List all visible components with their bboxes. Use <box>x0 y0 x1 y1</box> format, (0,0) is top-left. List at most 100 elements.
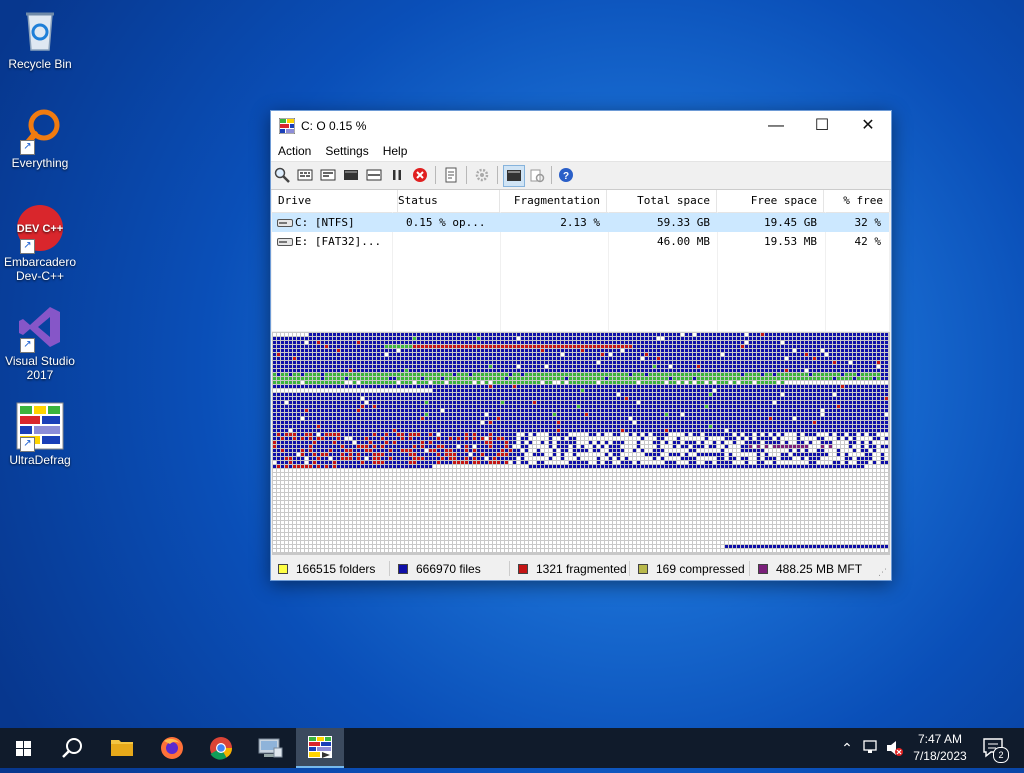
status-folders: 166515 folders <box>278 562 375 576</box>
shortcut-arrow-icon: ↗ <box>20 338 35 353</box>
desktop-icon-label: Everything <box>2 156 78 170</box>
pause-icon[interactable] <box>389 167 405 183</box>
defrag-icon[interactable] <box>297 167 313 183</box>
column-total-space[interactable]: Total space <box>608 190 717 212</box>
status-separator <box>509 561 510 576</box>
desktop-icon-label: Embarcadero Dev-C++ <box>2 255 78 283</box>
shortcut-arrow-icon: ↗ <box>20 239 35 254</box>
resize-grip[interactable]: ⋰ <box>878 567 887 578</box>
devcpp-icon-text: DEV C++ <box>17 223 63 235</box>
start-icon[interactable] <box>0 728 48 768</box>
cell-drive: E: [FAT32]... <box>295 232 381 251</box>
clock-time: 7:47 AM <box>905 732 975 746</box>
desktop-icon-visual-studio[interactable]: ↗ Visual Studio 2017 <box>2 303 78 382</box>
mft-optimize-icon[interactable] <box>366 167 382 183</box>
status-fragmented: 1321 fragmented <box>518 562 627 576</box>
network-icon[interactable] <box>862 728 880 768</box>
desktop-icon-recycle-bin[interactable]: Recycle Bin <box>2 6 78 71</box>
column-status[interactable]: Status <box>392 190 500 212</box>
stop-icon[interactable] <box>412 167 428 183</box>
computer-management-icon[interactable] <box>246 728 294 768</box>
desktop-icon-ultradefrag[interactable]: ↗ UltraDefrag <box>2 402 78 467</box>
firefox-icon[interactable] <box>148 728 196 768</box>
cell-fragmentation <box>500 232 600 251</box>
report-icon[interactable] <box>443 167 459 183</box>
notification-count-badge: 2 <box>993 747 1009 763</box>
menu-action[interactable]: Action <box>271 141 318 158</box>
cell-pct-free: 32 % <box>825 213 881 232</box>
drive-list: Drive Status Fragmentation Total space F… <box>272 189 889 331</box>
cell-total-space: 46.00 MB <box>608 232 710 251</box>
notifications-icon[interactable]: 2 <box>980 728 1010 768</box>
window-title: C: O 0.15 % <box>301 119 366 133</box>
close-button[interactable]: ✕ <box>845 111 891 141</box>
preferences-icon[interactable] <box>474 167 490 183</box>
cell-free-space: 19.53 MB <box>717 232 817 251</box>
recycle-bin-icon <box>16 6 64 54</box>
cell-fragmentation: 2.13 % <box>500 213 600 232</box>
desktop-icon-devcpp[interactable]: DEV C++ ↗ Embarcadero Dev-C++ <box>2 204 78 283</box>
full-optimize-icon[interactable] <box>343 167 359 183</box>
toolbar-separator <box>435 166 436 184</box>
volume-muted-icon[interactable] <box>884 728 904 768</box>
toolbar: ? <box>271 161 891 190</box>
status-separator <box>629 561 630 576</box>
cluster-map[interactable] <box>272 332 890 555</box>
toolbar-separator <box>497 166 498 184</box>
desktop-icon-label: Recycle Bin <box>2 57 78 71</box>
status-separator <box>389 561 390 576</box>
column-fragmentation[interactable]: Fragmentation <box>500 190 607 212</box>
status-files: 666970 files <box>398 562 481 576</box>
column-pct-free[interactable]: % free <box>825 190 890 212</box>
cell-drive: C: [NTFS] <box>295 213 355 232</box>
shortcut-arrow-icon: ↗ <box>20 437 35 452</box>
cell-pct-free: 42 % <box>825 232 881 251</box>
script-icon[interactable] <box>529 167 545 183</box>
shortcut-arrow-icon: ↗ <box>20 140 35 155</box>
column-drive[interactable]: Drive <box>272 190 398 212</box>
mft-swatch <box>758 564 768 574</box>
maximize-button[interactable]: ☐ <box>799 111 845 141</box>
title-bar[interactable]: C: O 0.15 % — ☐ ✕ <box>271 111 891 141</box>
devcpp-icon: DEV C++ ↗ <box>16 204 64 252</box>
cluster-map-grid <box>272 332 890 555</box>
cell-free-space: 19.45 GB <box>717 213 817 232</box>
fragmented-swatch <box>518 564 528 574</box>
status-mft: 488.25 MB MFT <box>758 562 862 576</box>
list-header: Drive Status Fragmentation Total space F… <box>272 190 889 213</box>
svg-text:?: ? <box>563 171 569 182</box>
status-compressed: 169 compressed <box>638 562 745 576</box>
table-row[interactable]: E: [FAT32]... 46.00 MB 19.53 MB 42 % <box>272 232 889 251</box>
status-separator <box>749 561 750 576</box>
analyze-icon[interactable] <box>274 167 290 183</box>
clock-date: 7/18/2023 <box>905 749 975 763</box>
help-icon[interactable]: ? <box>558 167 574 183</box>
taskbar-ultradefrag[interactable] <box>296 728 344 768</box>
ultradefrag-window: C: O 0.15 % — ☐ ✕ ActionSettingsHelp ? D… <box>270 110 892 581</box>
menu-help[interactable]: Help <box>376 141 415 158</box>
app-icon <box>279 118 295 134</box>
boot-time-icon[interactable] <box>503 165 525 187</box>
folders-swatch <box>278 564 288 574</box>
drive-icon <box>277 213 293 232</box>
menu-settings[interactable]: Settings <box>318 141 375 158</box>
quick-optimize-icon[interactable] <box>320 167 336 183</box>
search-icon[interactable] <box>48 728 96 768</box>
clock[interactable]: 7:47 AM 7/18/2023 <box>905 728 975 768</box>
file-explorer-icon[interactable] <box>98 728 146 768</box>
column-free-space[interactable]: Free space <box>717 190 824 212</box>
desktop-icon-label: UltraDefrag <box>2 453 78 467</box>
files-swatch <box>398 564 408 574</box>
everything-search-icon: ↗ <box>16 105 64 153</box>
chrome-icon[interactable] <box>197 728 245 768</box>
chevron-up-icon[interactable]: ⌃ <box>838 728 856 768</box>
drive-icon <box>277 232 293 251</box>
status-bar: 166515 folders 666970 files 1321 fragmen… <box>272 558 889 579</box>
ultradefrag-icon: ↗ <box>16 402 64 450</box>
desktop-icon-everything[interactable]: ↗ Everything <box>2 105 78 170</box>
cell-total-space: 59.33 GB <box>608 213 710 232</box>
minimize-button[interactable]: — <box>753 111 799 141</box>
table-row[interactable]: C: [NTFS] 0.15 % op... 2.13 % 59.33 GB 1… <box>272 213 889 232</box>
taskbar: ⌃ 7:47 AM 7/18/2023 2 <box>0 728 1024 768</box>
compressed-swatch <box>638 564 648 574</box>
